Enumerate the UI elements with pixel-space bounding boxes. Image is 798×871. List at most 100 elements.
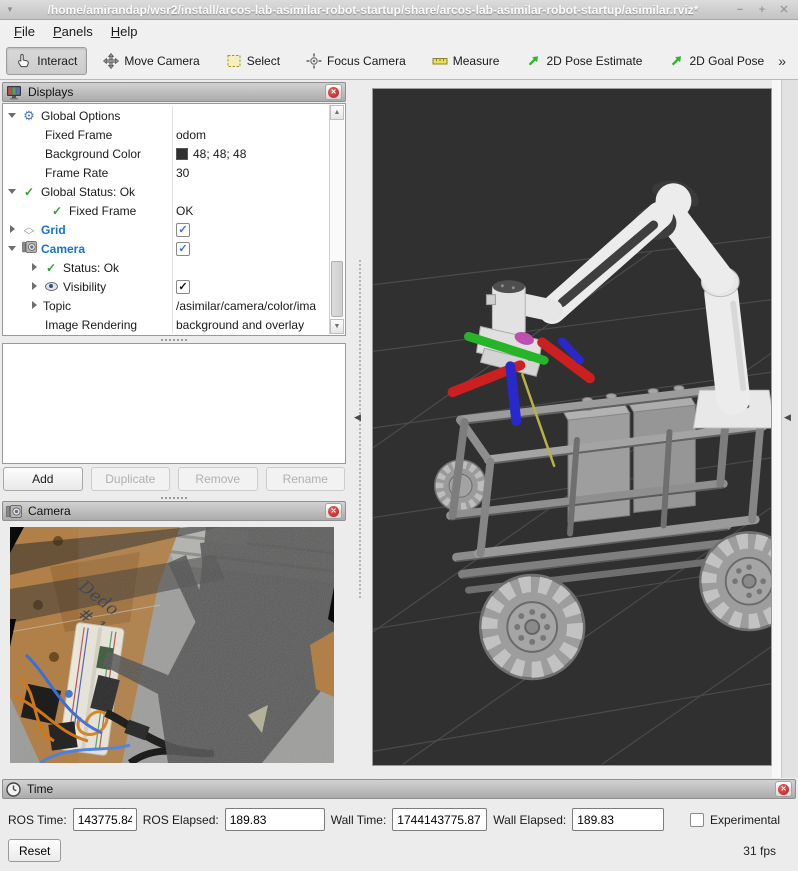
add-button[interactable]: Add [3, 467, 83, 491]
visibility-checkbox[interactable]: ✓ [176, 280, 190, 294]
tree-row-global-status[interactable]: ✓ Global Status: Ok [3, 182, 329, 201]
menu-bar: File Panels Help [0, 20, 798, 42]
experimental-checkbox[interactable] [690, 813, 704, 827]
tree-row-image-rendering[interactable]: Image Rendering background and overlay [3, 315, 329, 334]
menu-panels[interactable]: Panels [45, 22, 101, 41]
close-button[interactable]: ✕ [776, 3, 792, 16]
splitter-handle[interactable] [2, 494, 346, 501]
check-icon: ✓ [43, 261, 59, 275]
goal-pose-tool-label: 2D Goal Pose [689, 54, 764, 68]
camera-panel-header[interactable]: Camera ✕ [2, 501, 346, 521]
wall-time-input[interactable] [392, 808, 487, 831]
reset-button[interactable]: Reset [8, 839, 61, 862]
color-swatch[interactable] [176, 148, 188, 160]
expander-open-icon[interactable] [7, 110, 19, 122]
fps-counter: 31 fps [743, 844, 776, 858]
tree-row-background-color[interactable]: Background Color 48; 48; 48 [3, 144, 329, 163]
tree-row-status-fixed-frame[interactable]: ✓ Fixed Frame OK [3, 201, 329, 220]
property-value[interactable]: 30 [176, 166, 189, 180]
tree-row-camera-status[interactable]: ✓ Status: Ok [3, 258, 329, 277]
expander-open-icon[interactable] [7, 243, 19, 255]
collapse-left-icon[interactable]: ◀ [354, 412, 361, 423]
displays-monitor-icon [6, 85, 22, 100]
displays-button-row: Add Duplicate Remove Rename [2, 464, 346, 494]
wall-elapsed-input[interactable] [572, 808, 664, 831]
time-panel-header[interactable]: Time ✕ [2, 779, 796, 799]
ros-elapsed-input[interactable] [225, 808, 325, 831]
select-tool-button[interactable]: Select [216, 47, 290, 75]
menu-help[interactable]: Help [103, 22, 146, 41]
tree-label: Frame Rate [45, 166, 108, 180]
camera-enabled-checkbox[interactable]: ✓ [176, 242, 190, 256]
tree-row-fixed-frame[interactable]: Fixed Frame odom [3, 125, 329, 144]
toolbar-overflow-button[interactable]: » [774, 53, 790, 69]
experimental-label: Experimental [710, 813, 780, 827]
displays-empty-list [2, 343, 346, 464]
tree-label: Grid [41, 223, 66, 237]
remove-button[interactable]: Remove [178, 467, 258, 491]
tree-label: Camera [41, 242, 85, 256]
property-value[interactable]: background and overlay [176, 318, 304, 332]
goal-pose-tool-button[interactable]: 2D Goal Pose [658, 47, 774, 75]
tree-row-camera[interactable]: Camera ✓ [3, 239, 329, 258]
expander-closed-icon[interactable] [29, 262, 41, 274]
maximize-button[interactable]: + [754, 4, 770, 16]
tree-label: Image Rendering [45, 318, 137, 332]
pose-estimate-tool-label: 2D Pose Estimate [546, 54, 642, 68]
expander-closed-icon[interactable] [29, 300, 41, 312]
camera-close-button[interactable]: ✕ [325, 503, 342, 519]
scroll-down-icon[interactable]: ▼ [330, 319, 344, 334]
move-camera-tool-label: Move Camera [124, 54, 199, 68]
measure-tool-button[interactable]: Measure [422, 47, 510, 75]
panel-splitter[interactable]: ◀ [348, 80, 372, 778]
expander-closed-icon[interactable] [7, 224, 19, 236]
tree-row-visibility[interactable]: Visibility ✓ [3, 277, 329, 296]
expander-open-icon[interactable] [7, 186, 19, 198]
property-value[interactable]: 48; 48; 48 [193, 147, 246, 161]
measure-tool-label: Measure [453, 54, 500, 68]
3d-viewport[interactable] [372, 88, 772, 766]
pose-estimate-tool-button[interactable]: 2D Pose Estimate [515, 47, 652, 75]
scroll-up-icon[interactable]: ▲ [330, 105, 344, 120]
tree-row-frame-rate[interactable]: Frame Rate 30 [3, 163, 329, 182]
property-value[interactable]: /asimilar/camera/color/ima [176, 299, 316, 313]
focus-camera-tool-button[interactable]: Focus Camera [296, 47, 416, 75]
tree-row-global-options[interactable]: ⚙ Global Options [3, 106, 329, 125]
grid-enabled-checkbox[interactable]: ✓ [176, 223, 190, 237]
duplicate-button[interactable]: Duplicate [91, 467, 171, 491]
scrollbar-thumb[interactable] [331, 261, 343, 317]
hand-pointer-icon [16, 53, 32, 69]
move-camera-tool-button[interactable]: Move Camera [93, 47, 209, 75]
focus-crosshair-icon [306, 53, 322, 69]
wall-elapsed-label: Wall Elapsed: [493, 813, 566, 827]
rename-button[interactable]: Rename [266, 467, 346, 491]
ros-time-input[interactable] [73, 808, 137, 831]
camera-panel-title: Camera [28, 504, 319, 518]
displays-close-button[interactable]: ✕ [325, 84, 342, 100]
tree-scrollbar[interactable]: ▲ ▼ [329, 105, 344, 334]
tree-row-grid[interactable]: ◇ Grid ✓ [3, 220, 329, 239]
rviz-window: ▼ /home/amirandap/wsr2/install/arcos-lab… [0, 0, 798, 871]
menu-file[interactable]: File [6, 22, 43, 41]
right-panel-splitter[interactable]: ◀ [772, 80, 798, 778]
focus-camera-tool-label: Focus Camera [327, 54, 406, 68]
ros-elapsed-label: ROS Elapsed: [143, 813, 219, 827]
window-menu-icon[interactable]: ▼ [6, 5, 14, 14]
ruler-icon [432, 53, 448, 69]
property-value[interactable]: odom [176, 128, 206, 142]
camera-panel-icon [6, 505, 22, 518]
time-close-button[interactable]: ✕ [775, 781, 792, 797]
select-tool-label: Select [247, 54, 280, 68]
title-bar: ▼ /home/amirandap/wsr2/install/arcos-lab… [0, 0, 798, 20]
interact-tool-button[interactable]: Interact [6, 47, 87, 75]
collapse-left-icon[interactable]: ◀ [784, 412, 791, 423]
tree-row-topic[interactable]: Topic /asimilar/camera/color/ima [3, 296, 329, 315]
splitter-handle[interactable] [2, 336, 346, 343]
mecanum-wheel [480, 575, 583, 678]
expander-closed-icon[interactable] [29, 281, 41, 293]
camera-image-view: Dedo # 1 [10, 527, 334, 763]
displays-panel-header[interactable]: Displays ✕ [2, 82, 346, 102]
minimize-button[interactable]: − [732, 4, 748, 16]
tree-label: Global Status: Ok [41, 185, 135, 199]
ros-time-label: ROS Time: [8, 813, 67, 827]
